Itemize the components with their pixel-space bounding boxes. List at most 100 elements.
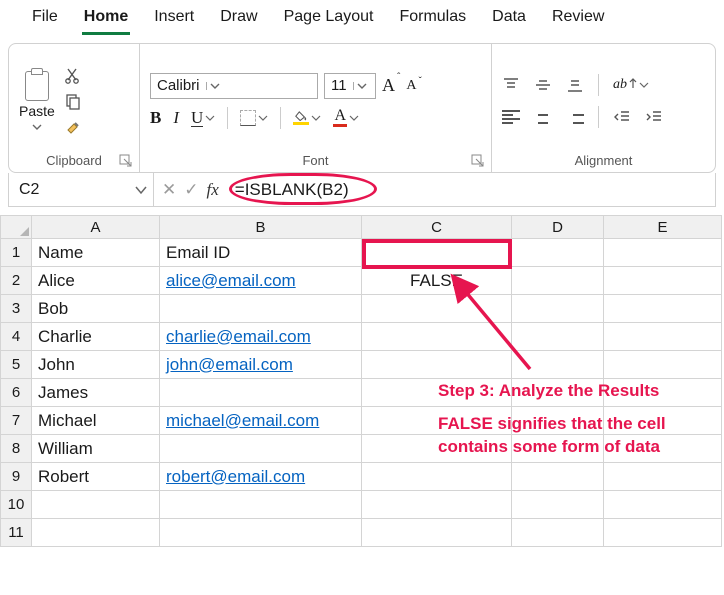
- paste-button[interactable]: Paste: [19, 103, 55, 119]
- col-header-A[interactable]: A: [32, 215, 160, 239]
- cell-C1[interactable]: [362, 239, 512, 267]
- italic-button[interactable]: I: [173, 108, 179, 128]
- cell-B9[interactable]: robert@email.com: [160, 463, 362, 491]
- cell-C2[interactable]: FALSE: [362, 267, 512, 295]
- row-header[interactable]: 9: [0, 463, 32, 491]
- cell-C5[interactable]: [362, 351, 512, 379]
- cell-C9[interactable]: [362, 463, 512, 491]
- cell-E2[interactable]: [604, 267, 722, 295]
- cell-D1[interactable]: [512, 239, 604, 267]
- cell-A7[interactable]: Michael: [32, 407, 160, 435]
- align-bottom-icon[interactable]: [566, 77, 584, 93]
- row-header[interactable]: 5: [0, 351, 32, 379]
- align-middle-icon[interactable]: [534, 77, 552, 93]
- cell-D6[interactable]: [512, 379, 604, 407]
- row-header[interactable]: 7: [0, 407, 32, 435]
- underline-button[interactable]: U: [191, 109, 215, 127]
- border-button[interactable]: [240, 110, 268, 126]
- font-color-button[interactable]: A: [333, 108, 359, 127]
- font-size-combo[interactable]: 11: [324, 73, 376, 99]
- row-header[interactable]: 10: [0, 491, 32, 519]
- row-header[interactable]: 4: [0, 323, 32, 351]
- row-header[interactable]: 1: [0, 239, 32, 267]
- select-all-corner[interactable]: [0, 215, 32, 239]
- increase-font-icon[interactable]: Aˆ: [382, 75, 400, 96]
- cell-B2[interactable]: alice@email.com: [160, 267, 362, 295]
- row-header[interactable]: 3: [0, 295, 32, 323]
- decrease-indent-icon[interactable]: [613, 109, 631, 125]
- font-launcher-icon[interactable]: [471, 154, 485, 168]
- cell-B10[interactable]: [160, 491, 362, 519]
- cell-A6[interactable]: James: [32, 379, 160, 407]
- cell-A11[interactable]: [32, 519, 160, 547]
- col-header-C[interactable]: C: [362, 215, 512, 239]
- cell-D10[interactable]: [512, 491, 604, 519]
- align-center-icon[interactable]: [534, 110, 552, 124]
- tab-file[interactable]: File: [30, 6, 60, 35]
- cell-A2[interactable]: Alice: [32, 267, 160, 295]
- tab-insert[interactable]: Insert: [152, 6, 196, 35]
- cell-D11[interactable]: [512, 519, 604, 547]
- cell-B7[interactable]: michael@email.com: [160, 407, 362, 435]
- chevron-down-icon[interactable]: [206, 82, 224, 90]
- cell-D5[interactable]: [512, 351, 604, 379]
- align-right-icon[interactable]: [566, 110, 584, 124]
- cell-A4[interactable]: Charlie: [32, 323, 160, 351]
- cell-E7[interactable]: [604, 407, 722, 435]
- cell-A1[interactable]: Name: [32, 239, 160, 267]
- accept-formula-icon[interactable]: ✓: [184, 180, 198, 200]
- name-box[interactable]: C2: [9, 173, 154, 206]
- decrease-font-icon[interactable]: Aˇ: [406, 78, 421, 94]
- cut-icon[interactable]: [63, 65, 83, 85]
- cancel-formula-icon[interactable]: ✕: [162, 180, 176, 200]
- cell-C10[interactable]: [362, 491, 512, 519]
- cell-D7[interactable]: [512, 407, 604, 435]
- cell-D8[interactable]: [512, 435, 604, 463]
- cell-E10[interactable]: [604, 491, 722, 519]
- cell-B5[interactable]: john@email.com: [160, 351, 362, 379]
- cell-B3[interactable]: [160, 295, 362, 323]
- font-name-combo[interactable]: Calibri: [150, 73, 318, 99]
- tab-page-layout[interactable]: Page Layout: [282, 6, 376, 35]
- cell-A3[interactable]: Bob: [32, 295, 160, 323]
- cell-E6[interactable]: [604, 379, 722, 407]
- cell-E4[interactable]: [604, 323, 722, 351]
- align-top-icon[interactable]: [502, 77, 520, 93]
- cell-E8[interactable]: [604, 435, 722, 463]
- cell-B1[interactable]: Email ID: [160, 239, 362, 267]
- cell-C7[interactable]: [362, 407, 512, 435]
- chevron-down-icon[interactable]: [353, 82, 371, 90]
- bold-button[interactable]: B: [150, 108, 161, 128]
- row-header[interactable]: 2: [0, 267, 32, 295]
- orientation-icon[interactable]: ab: [613, 77, 649, 93]
- cell-C4[interactable]: [362, 323, 512, 351]
- fx-icon[interactable]: fx: [207, 180, 219, 200]
- formula-input[interactable]: =ISBLANK(B2): [227, 173, 715, 206]
- cell-A8[interactable]: William: [32, 435, 160, 463]
- cell-B4[interactable]: charlie@email.com: [160, 323, 362, 351]
- cell-A5[interactable]: John: [32, 351, 160, 379]
- cell-D2[interactable]: [512, 267, 604, 295]
- tab-draw[interactable]: Draw: [218, 6, 259, 35]
- cell-E11[interactable]: [604, 519, 722, 547]
- cell-A10[interactable]: [32, 491, 160, 519]
- cell-C8[interactable]: [362, 435, 512, 463]
- cell-C6[interactable]: [362, 379, 512, 407]
- cell-E3[interactable]: [604, 295, 722, 323]
- cell-B6[interactable]: [160, 379, 362, 407]
- format-painter-icon[interactable]: [63, 117, 83, 137]
- copy-icon[interactable]: [63, 91, 83, 111]
- fill-color-button[interactable]: [293, 111, 321, 125]
- cell-C11[interactable]: [362, 519, 512, 547]
- paste-dropdown[interactable]: [32, 118, 42, 134]
- cell-A9[interactable]: Robert: [32, 463, 160, 491]
- cell-D4[interactable]: [512, 323, 604, 351]
- col-header-D[interactable]: D: [512, 215, 604, 239]
- paste-icon[interactable]: [22, 68, 52, 102]
- cell-E5[interactable]: [604, 351, 722, 379]
- tab-data[interactable]: Data: [490, 6, 528, 35]
- row-header[interactable]: 6: [0, 379, 32, 407]
- row-header[interactable]: 11: [0, 519, 32, 547]
- cell-E1[interactable]: [604, 239, 722, 267]
- cell-D3[interactable]: [512, 295, 604, 323]
